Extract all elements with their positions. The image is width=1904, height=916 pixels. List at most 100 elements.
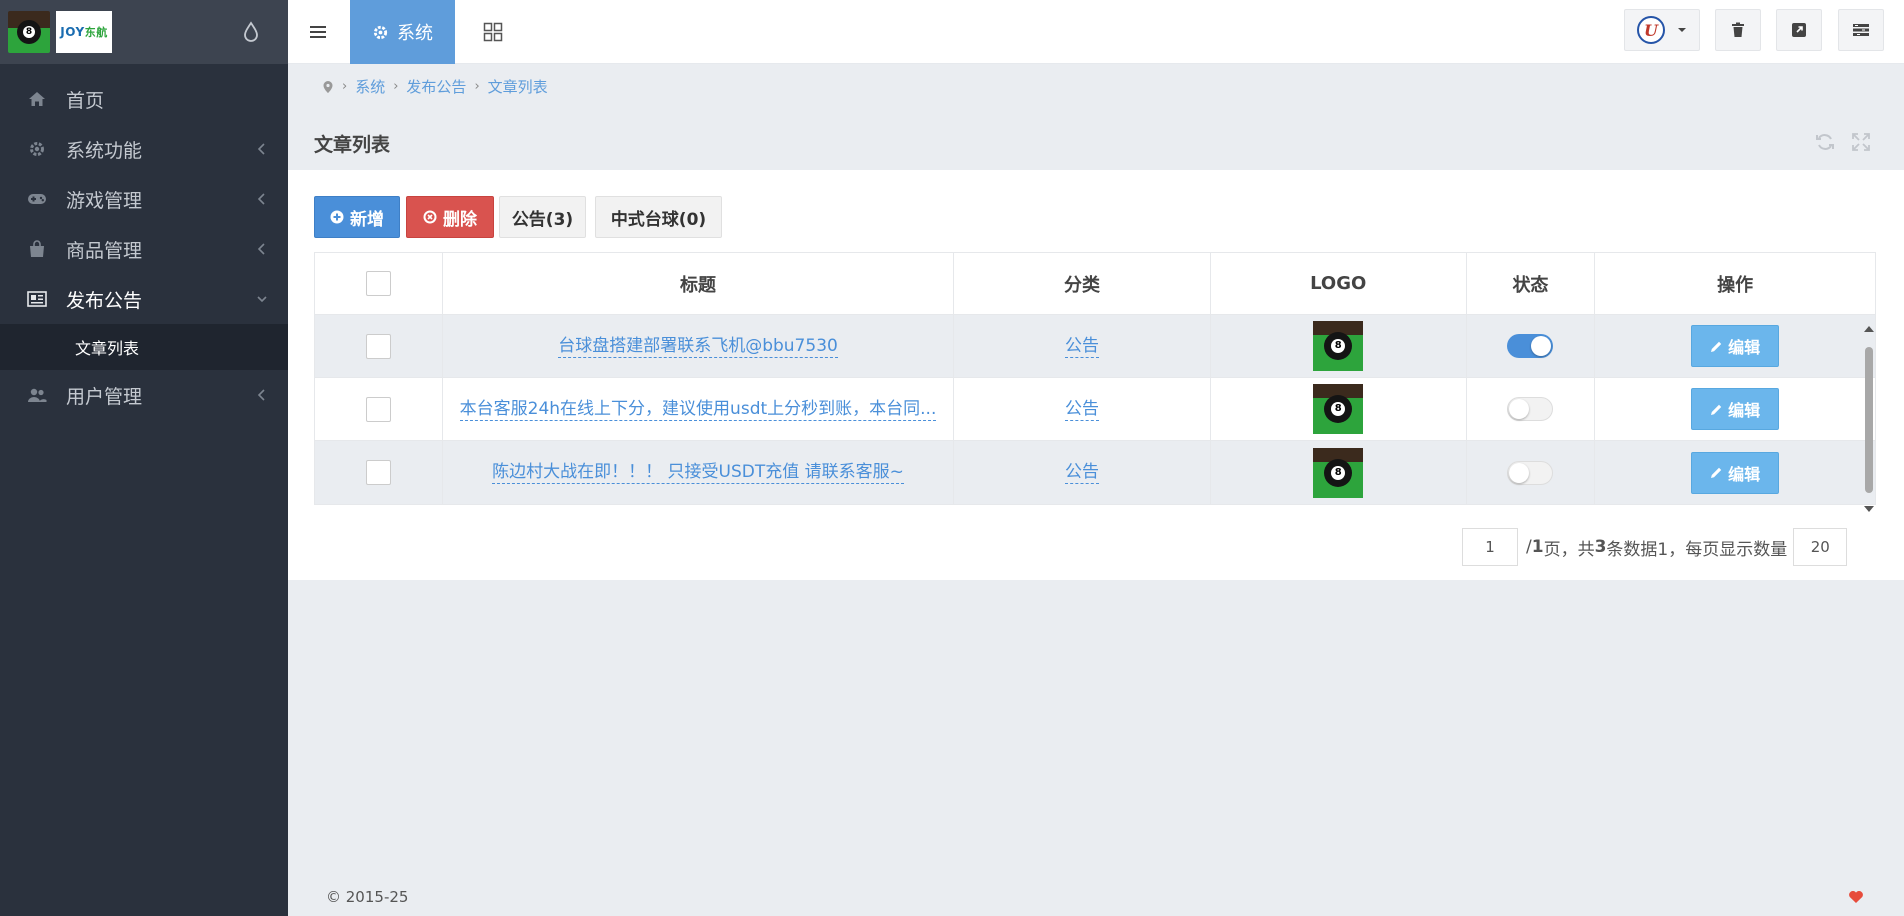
- edit-button[interactable]: 编辑: [1691, 325, 1780, 367]
- logo-thumbnail[interactable]: 8: [1313, 384, 1364, 434]
- plus-circle-icon: [330, 210, 344, 224]
- scroll-up-arrow-icon[interactable]: [1861, 323, 1877, 335]
- chevron-left-icon: [257, 389, 265, 401]
- sidebar-item-label: 商品管理: [66, 239, 143, 262]
- filter-tab-billiards[interactable]: 中式台球(0): [595, 196, 722, 238]
- refresh-icon[interactable]: [1814, 131, 1836, 153]
- sidebar-item-label: 发布公告: [66, 289, 143, 312]
- actions-cell: 编辑: [1595, 315, 1875, 377]
- sidebar-item-games[interactable]: 游戏管理: [0, 174, 288, 224]
- logo-thumbnail[interactable]: 8: [1313, 447, 1364, 498]
- filter-tab-notice[interactable]: 公告(3): [499, 196, 586, 238]
- sidebar-subitem-label: 文章列表: [75, 339, 140, 358]
- table-scrollbar[interactable]: [1860, 317, 1876, 517]
- pager-text-page-unit: 页，共: [1543, 539, 1595, 560]
- sidebar-item-home[interactable]: 首页: [0, 74, 288, 124]
- title-cell: 陈边村大战在即！！！ 只接受USDT充值 请联系客服~: [443, 441, 955, 504]
- sidebar-subitem-article-list[interactable]: 文章列表: [0, 324, 288, 370]
- settings-panel-button[interactable]: [1838, 9, 1884, 51]
- add-button[interactable]: 新增: [314, 196, 400, 238]
- category-cell: 公告: [954, 378, 1211, 440]
- hamburger-icon: [310, 26, 326, 38]
- category-link[interactable]: 公告: [1065, 335, 1100, 358]
- table-row: 陈边村大战在即！！！ 只接受USDT充值 请联系客服~ 公告 8 编辑: [315, 441, 1875, 504]
- gamepad-icon: [26, 188, 48, 210]
- category-link[interactable]: 公告: [1065, 461, 1100, 484]
- edit-button-label: 编辑: [1728, 401, 1761, 420]
- status-toggle[interactable]: [1507, 397, 1554, 421]
- footer: © 2015-25: [288, 878, 1904, 916]
- scroll-down-arrow-icon[interactable]: [1861, 503, 1877, 515]
- breadcrumb-separator: ›: [474, 79, 480, 94]
- scrollbar-thumb[interactable]: [1865, 347, 1873, 493]
- add-button-label: 新增: [350, 209, 384, 230]
- column-header-logo: LOGO: [1211, 253, 1467, 314]
- eight-ball-icon: 8: [17, 20, 41, 44]
- pager-text-records: 条数据1，每页显示数量: [1606, 539, 1788, 560]
- delete-button[interactable]: 删除: [406, 196, 494, 238]
- breadcrumb-item[interactable]: 系统: [355, 76, 385, 97]
- gear-icon: [26, 138, 48, 160]
- sidebar-menu: 首页 系统功能 游戏管理 商品管理 发布公告 文章列表 用户管理: [0, 64, 288, 420]
- articles-table: 标题 分类 LOGO 状态 操作 台球盘搭建部署联系飞机@bbu7530 公告 …: [314, 252, 1876, 505]
- user-menu-button[interactable]: U: [1624, 9, 1700, 51]
- grid-icon: [483, 22, 503, 42]
- filter-tab-label: 中式台球(0): [610, 209, 707, 230]
- category-link[interactable]: 公告: [1065, 398, 1100, 421]
- logo-cell: 8: [1211, 315, 1467, 377]
- edit-button[interactable]: 编辑: [1691, 388, 1780, 430]
- title-link[interactable]: 本台客服24h在线上下分，建议使用usdt上分秒到账，本台同...: [459, 398, 937, 421]
- pagination: 1 / 1 页，共 3 条数据1，每页显示数量 20: [1462, 528, 1848, 566]
- fullscreen-icon[interactable]: [1850, 131, 1872, 153]
- heart-icon: [1849, 891, 1863, 903]
- tab-system[interactable]: 系统: [350, 0, 455, 64]
- panel-header: 文章列表: [288, 114, 1904, 170]
- title-cell: 台球盘搭建部署联系飞机@bbu7530: [443, 315, 955, 377]
- breadcrumb-separator: ›: [393, 79, 399, 94]
- toggle-knob: [1509, 399, 1530, 419]
- title-link[interactable]: 陈边村大战在即！！！ 只接受USDT充值 请联系客服~: [492, 461, 904, 484]
- chevron-left-icon: [257, 243, 265, 255]
- sidebar-item-users[interactable]: 用户管理: [0, 370, 288, 420]
- home-icon: [26, 88, 48, 110]
- pencil-icon: [1711, 341, 1722, 352]
- page-size-input[interactable]: 20: [1793, 528, 1848, 566]
- apps-grid-button[interactable]: [468, 0, 518, 64]
- status-cell: [1467, 441, 1596, 504]
- row-checkbox[interactable]: [365, 460, 391, 485]
- edit-button-label: 编辑: [1728, 338, 1761, 357]
- row-checkbox-cell: [315, 315, 443, 377]
- open-site-button[interactable]: [1776, 9, 1822, 51]
- status-toggle[interactable]: [1507, 460, 1554, 485]
- actions-cell: 编辑: [1595, 441, 1875, 504]
- sidebar-item-products[interactable]: 商品管理: [0, 224, 288, 274]
- actions-cell: 编辑: [1595, 378, 1875, 440]
- menu-toggle-button[interactable]: [288, 0, 350, 64]
- status-cell: [1467, 378, 1596, 440]
- avatar: U: [1637, 16, 1665, 44]
- breadcrumb-item[interactable]: 文章列表: [488, 76, 548, 97]
- column-header-title[interactable]: 标题: [443, 253, 955, 314]
- sidebar-item-announcements[interactable]: 发布公告: [0, 274, 288, 324]
- sidebar-item-label: 首页: [66, 89, 105, 112]
- avatar-letter: U: [1644, 20, 1658, 40]
- status-toggle[interactable]: [1507, 334, 1554, 358]
- ball-number: 8: [1331, 465, 1346, 480]
- row-checkbox[interactable]: [365, 396, 391, 422]
- edit-button[interactable]: 编辑: [1691, 451, 1780, 494]
- row-checkbox-cell: [315, 441, 443, 504]
- column-header-category[interactable]: 分类: [954, 253, 1211, 314]
- theme-drop-icon[interactable]: [240, 20, 262, 44]
- title-link[interactable]: 台球盘搭建部署联系飞机@bbu7530: [558, 335, 838, 358]
- chevron-left-icon: [257, 143, 265, 155]
- select-all-checkbox[interactable]: [365, 271, 391, 296]
- sidebar-item-system[interactable]: 系统功能: [0, 124, 288, 174]
- breadcrumb-item[interactable]: 发布公告: [406, 76, 466, 97]
- breadcrumb: › 系统 › 发布公告 › 文章列表: [322, 76, 548, 97]
- page-number-input[interactable]: 1: [1462, 528, 1518, 566]
- logo-thumbnail[interactable]: 8: [1313, 321, 1364, 371]
- ball-number: 8: [1331, 402, 1346, 416]
- sidebar-item-label: 系统功能: [66, 139, 143, 162]
- row-checkbox[interactable]: [365, 333, 391, 359]
- clear-cache-button[interactable]: [1715, 9, 1761, 51]
